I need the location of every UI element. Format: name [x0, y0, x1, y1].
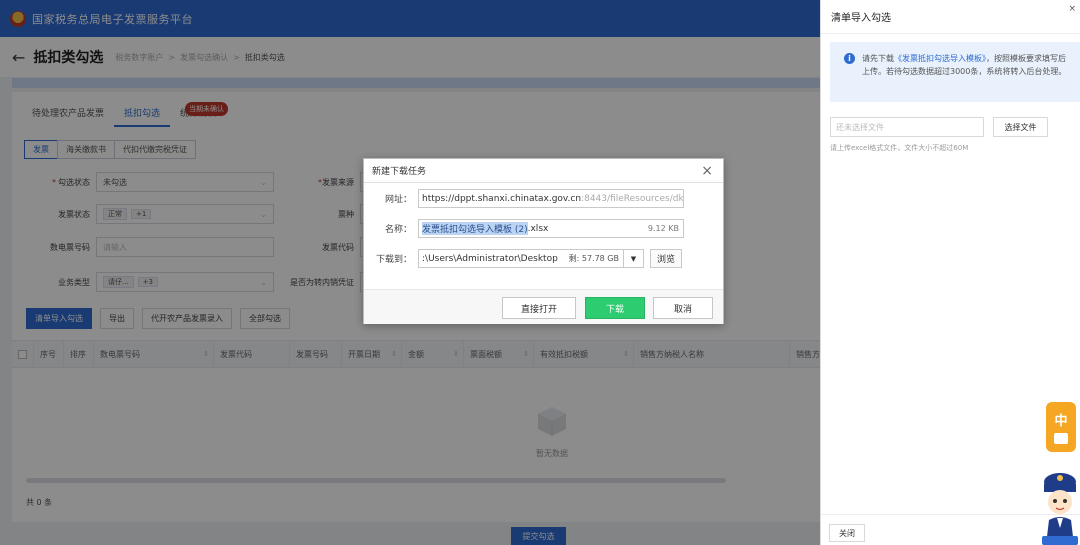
drawer-title: 清单导入勾选: [831, 13, 891, 24]
skin-icon: [1054, 433, 1068, 444]
browse-button[interactable]: 浏览: [650, 249, 683, 268]
assistant-mascot-icon[interactable]: [1040, 462, 1080, 545]
close-icon[interactable]: ×: [1068, 4, 1076, 14]
close-icon[interactable]: ×: [701, 163, 713, 179]
download-dialog: 新建下载任务 × 网址： https://dppt.shanxi.chinata…: [363, 158, 724, 324]
upload-hint: 请上传excel格式文件，文件大小不超过60M: [830, 144, 969, 152]
save-label: 下载到：: [375, 255, 412, 265]
name-label: 名称：: [384, 225, 412, 235]
file-input[interactable]: 还未选择文件: [830, 117, 984, 137]
close-button[interactable]: 关闭: [829, 524, 865, 542]
cancel-button[interactable]: 取消: [653, 297, 713, 319]
file-name-field[interactable]: 发票抵扣勾选导入模板 (2) .xlsx 9.12 KB: [418, 219, 684, 238]
open-directly-button[interactable]: 直接打开: [502, 297, 576, 319]
drawer-header: 清单导入勾选 ×: [821, 0, 1080, 34]
background-app: 国家税务总局电子发票服务平台 ← 抵扣类勾选 税务数字账户 > 发票勾选确认 > 抵扣类…: [0, 0, 820, 545]
name-row: 名称： 发票抵扣勾选导入模板 (2) .xlsx 9.12 KB: [364, 219, 684, 238]
save-row: 下载到： :\Users\Administrator\Desktop 剩: 57…: [364, 249, 683, 268]
choose-file-button[interactable]: 选择文件: [993, 117, 1048, 137]
ime-label: 中: [1054, 414, 1068, 429]
dialog-footer: 直接打开 下载 取消: [364, 289, 723, 324]
dialog-header: 新建下载任务 ×: [364, 159, 723, 183]
dialog-title: 新建下载任务: [372, 167, 427, 177]
info-alert: i 请先下载《发票抵扣勾选导入模板》，按照模板要求填写后上传。若待勾选数据超过3…: [830, 42, 1080, 102]
info-icon: i: [844, 53, 855, 64]
free-space: 剩: 57.78 GB: [564, 253, 619, 264]
file-size: 9.12 KB: [643, 224, 679, 233]
download-button[interactable]: 下载: [585, 297, 645, 319]
url-field[interactable]: https://dppt.shanxi.chinatax.gov.cn:8443…: [418, 189, 684, 208]
path-dropdown-icon[interactable]: ▼: [624, 249, 644, 268]
save-path-field[interactable]: :\Users\Administrator\Desktop 剩: 57.78 G…: [418, 249, 624, 268]
url-row: 网址： https://dppt.shanxi.chinatax.gov.cn:…: [364, 189, 684, 208]
template-download-link[interactable]: 《发票抵扣勾选导入模板》: [894, 54, 986, 63]
url-label: 网址：: [384, 195, 412, 205]
ime-toolbar[interactable]: 中: [1046, 402, 1076, 452]
